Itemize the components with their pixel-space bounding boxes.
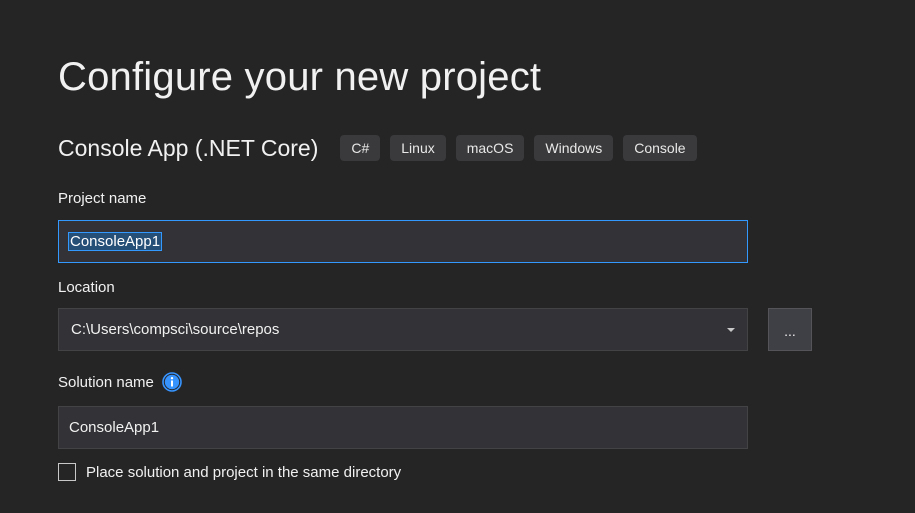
solution-name-label-row: Solution name — [58, 372, 182, 392]
template-header: Console App (.NET Core) C# Linux macOS W… — [58, 134, 707, 162]
tag-windows: Windows — [534, 135, 614, 161]
project-name-value: ConsoleApp1 — [67, 232, 163, 251]
solution-name-label: Solution name — [58, 373, 154, 391]
same-directory-label[interactable]: Place solution and project in the same d… — [86, 464, 401, 481]
tag-linux: Linux — [390, 135, 446, 161]
template-name: Console App (.NET Core) — [58, 134, 319, 161]
same-directory-checkbox[interactable] — [58, 463, 76, 481]
project-name-label: Project name — [58, 190, 147, 207]
location-combobox[interactable]: C:\Users\compsci\source\repos — [58, 308, 748, 351]
location-label: Location — [58, 279, 115, 296]
chevron-down-icon[interactable] — [727, 327, 735, 332]
configure-project-dialog: Configure your new project Console App (… — [0, 0, 915, 513]
solution-name-input[interactable]: ConsoleApp1 — [58, 406, 748, 449]
same-directory-option[interactable]: Place solution and project in the same d… — [58, 463, 401, 481]
browse-location-button[interactable]: ... — [768, 308, 812, 351]
tag-macos: macOS — [455, 135, 525, 161]
project-name-input[interactable]: ConsoleApp1 — [58, 220, 748, 263]
tag-console: Console — [623, 135, 697, 161]
tag-csharp: C# — [340, 135, 381, 161]
info-icon[interactable] — [162, 372, 182, 392]
solution-name-value: ConsoleApp1 — [69, 419, 160, 436]
page-title: Configure your new project — [58, 55, 542, 99]
template-tags: C# Linux macOS Windows Console — [340, 135, 706, 161]
location-value: C:\Users\compsci\source\repos — [71, 321, 280, 338]
